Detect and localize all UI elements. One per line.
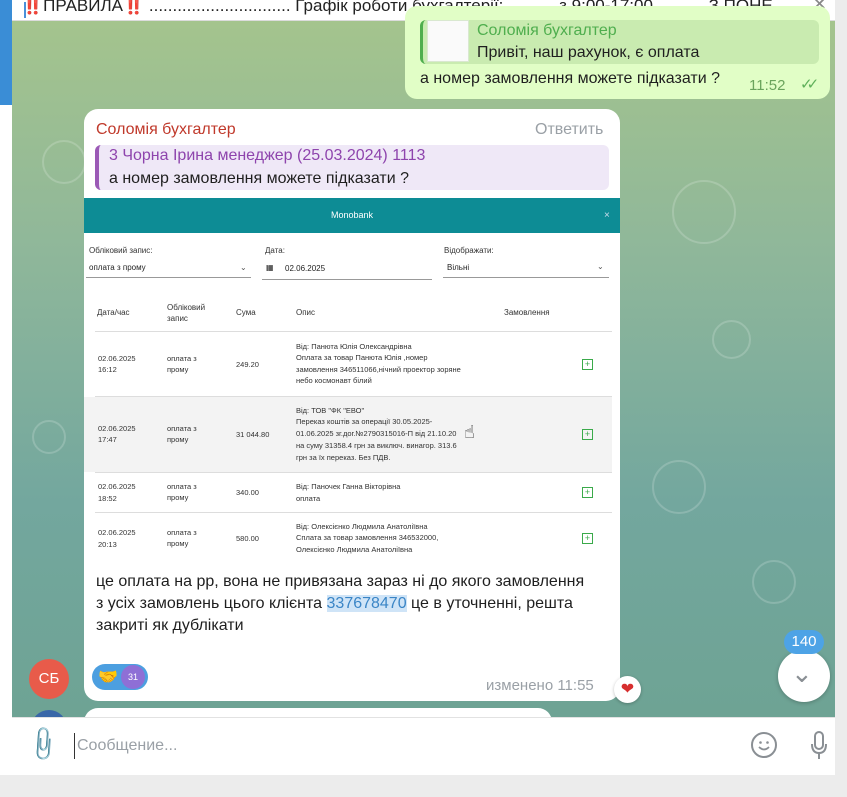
reply-thumbnail-image — [427, 20, 469, 62]
display-filter-label: Відображати: — [444, 246, 494, 255]
table-cell-desc-line: Переказ коштів за операції 30.05.2025- — [296, 417, 433, 426]
table-cell-desc-line: замовлення 346511066,нічний проектор зор… — [296, 365, 461, 374]
reaction-user-avatar: 31 — [121, 665, 145, 689]
smile-icon-glyph — [758, 741, 770, 751]
monobank-close-icon: × — [604, 210, 610, 221]
table-cell-amount: 340.00 — [236, 488, 259, 497]
telegram-window: ‼️ПРАВИЛА‼️ ............................… — [0, 0, 835, 775]
incoming-message-text: це оплата на рр, вона не привязана зараз… — [96, 571, 606, 637]
account-filter-value: оплата з прому — [89, 263, 146, 272]
table-cell-desc-line: Оплата за товар Панюта Юлія ,номер — [296, 353, 428, 362]
display-filter-underline — [443, 277, 609, 278]
table-cell-date: 02.06.2025 — [98, 354, 136, 363]
table-cell-time: 16:12 — [98, 365, 117, 374]
account-filter-label: Обліковий запис: — [89, 246, 153, 255]
table-cell-date: 02.06.2025 — [98, 482, 136, 491]
message-text-line: з усіх замовлень цього клієнта 337678470… — [96, 593, 606, 637]
table-cell-account: оплата з прому — [167, 354, 197, 374]
quoted-sender-name: 3 Чорна Ірина менеджер (25.03.2024) 1113 — [109, 147, 426, 164]
table-cell-desc-line: Від: Олексієнко Людмила Анатоліївна — [296, 522, 428, 531]
outgoing-message-text: а номер замовлення можете підказати ? — [420, 70, 720, 87]
message-text-line: це оплата на рр, вона не привязана зараз… — [96, 573, 585, 590]
table-cell-desc-line: небо космонавт білий — [296, 376, 372, 385]
table-cell-desc-line: Від: ТОВ "ФК "ЕВО" — [296, 406, 365, 415]
table-cell-desc-line: Від: Панюта Юлія Олександрівна — [296, 342, 412, 351]
table-cell-account: оплата з прому — [167, 528, 197, 548]
calendar-icon: ▦ — [266, 263, 274, 272]
heart-reaction-icon[interactable]: ❤ — [614, 676, 641, 703]
table-cell-desc-line: оплата — [296, 494, 321, 503]
add-order-plus-icon: + — [582, 487, 593, 498]
message-sender-name[interactable]: Соломія бухгалтер — [96, 121, 236, 139]
col-header-order: Замовлення — [504, 308, 550, 317]
read-checkmarks-icon: ✓✓ — [800, 76, 819, 93]
col-header-datetime: Дата/час — [97, 308, 130, 317]
col-header-description: Опис — [296, 308, 316, 317]
date-filter-label: Дата: — [265, 246, 285, 255]
handshake-reaction-icon: 🤝 — [98, 669, 118, 686]
table-divider — [95, 472, 612, 473]
table-cell-desc-line: на суму 31358.4 грн за виключ. винагор. … — [296, 441, 457, 450]
table-cell-desc-line: Від: Паночек Ганна Вікторівна — [296, 482, 401, 491]
chevron-down-icon: ⌄ — [791, 658, 813, 688]
monobank-title: Monobank — [330, 210, 374, 220]
outgoing-message-time: 11:52 — [749, 77, 786, 94]
display-filter-value: Вільні — [447, 263, 470, 272]
table-cell-time: 17:47 — [98, 435, 117, 444]
date-filter-value: 02.06.2025 — [285, 264, 326, 273]
client-id-link[interactable]: 337678470 — [326, 595, 407, 612]
table-cell-desc-line: Сплата за товар замовлення 346532000, — [296, 533, 439, 542]
outgoing-reply-sender: Соломія бухгалтер — [477, 22, 617, 39]
table-cell-date: 02.06.2025 — [98, 528, 136, 537]
table-cell-account: оплата з прому — [167, 482, 197, 502]
table-cell-desc-line: Олексієнко Людмила Анатоліївна — [296, 545, 413, 554]
outgoing-reply-text: Привіт, наш рахунок, є оплата — [477, 44, 700, 61]
display-dropdown-icon: ⌄ — [597, 262, 604, 271]
smile-icon[interactable] — [751, 732, 777, 758]
quoted-text: а номер замовлення можете підказати ? — [109, 170, 409, 187]
col-header-amount: Сума — [236, 308, 256, 317]
add-order-plus-icon: + — [582, 429, 593, 440]
folder-strip — [0, 0, 12, 105]
table-cell-account: оплата з прому — [167, 424, 197, 444]
add-order-plus-icon: + — [582, 533, 593, 544]
col-header-account: Обліковий запис — [167, 303, 206, 323]
reply-button[interactable]: Ответить — [535, 121, 603, 139]
edited-timestamp: изменено 11:55 — [486, 677, 594, 694]
monobank-header: Monobank × — [84, 198, 620, 233]
table-cell-date: 02.06.2025 — [98, 424, 136, 433]
table-cell-amount: 580.00 — [236, 534, 259, 543]
sender-avatar[interactable]: СБ — [29, 659, 69, 699]
table-cell-amount: 249.20 — [236, 360, 259, 369]
add-order-plus-icon: + — [582, 359, 593, 370]
hand-cursor-icon: ☝ — [464, 422, 475, 442]
table-cell-time: 20:13 — [98, 540, 117, 549]
table-divider — [95, 331, 612, 332]
table-cell-time: 18:52 — [98, 494, 117, 503]
table-cell-desc-line: грн за їх переказ. Без ПДВ. — [296, 453, 391, 462]
unread-count-badge: 140 — [784, 630, 824, 654]
date-filter-underline — [262, 279, 432, 280]
microphone-icon[interactable] — [810, 731, 828, 761]
table-cell-amount: 31 044.80 — [236, 430, 270, 439]
account-dropdown-icon: ⌄ — [240, 263, 247, 272]
message-input[interactable] — [74, 733, 679, 759]
table-divider — [95, 512, 612, 513]
microphone-icon-glyph — [811, 731, 827, 759]
account-filter-underline — [86, 277, 251, 278]
message-text-span: з усіх замовлень цього клієнта — [96, 595, 327, 612]
table-cell-desc-line: 01.06.2025 зг.дог.№2790315016-П від 21.1… — [296, 429, 457, 438]
